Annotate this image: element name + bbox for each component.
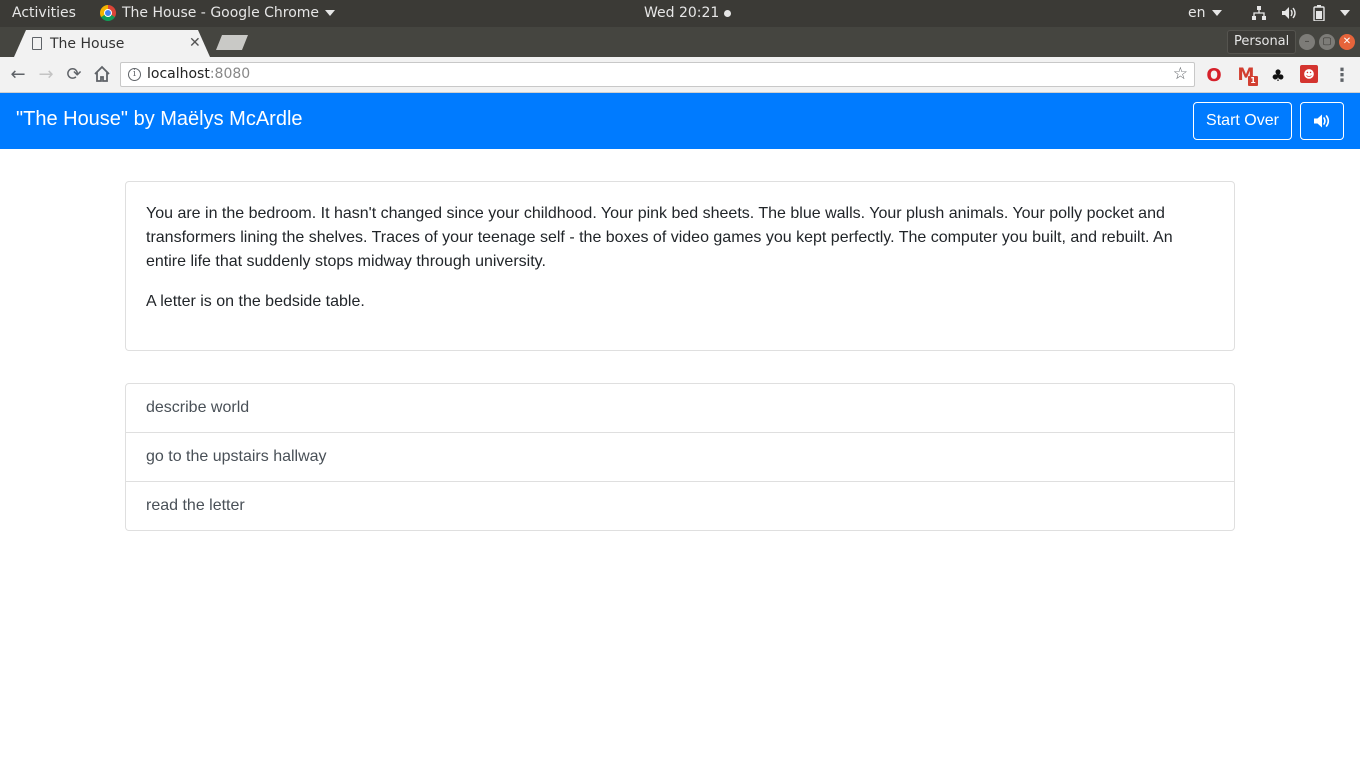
info-icon[interactable]: i (128, 68, 141, 81)
opera-extension-icon[interactable]: O (1204, 65, 1224, 86)
browser-menu-icon[interactable]: ⋮ (1332, 65, 1352, 86)
app-menu[interactable]: The House - Google Chrome (100, 5, 336, 21)
action-read-letter[interactable]: read the letter (126, 481, 1234, 530)
chrome-icon (100, 5, 116, 21)
action-go-upstairs-hallway[interactable]: go to the upstairs hallway (126, 432, 1234, 481)
language-label: en (1188, 5, 1206, 21)
reload-icon[interactable]: ⟳ (63, 63, 85, 85)
url-text: localhost:8080 (147, 66, 251, 82)
address-bar[interactable]: i localhost:8080 ☆ (120, 62, 1195, 87)
caret-down-icon (1340, 10, 1350, 16)
profile-button[interactable]: Personal (1227, 30, 1297, 54)
gmail-extension-icon[interactable]: M1 (1236, 65, 1258, 86)
volume-icon (1280, 4, 1298, 22)
tab-the-house[interactable]: The House ✕ (14, 30, 210, 57)
gnome-extension-icon[interactable]: ♣ (1268, 65, 1288, 85)
page-icon (32, 37, 42, 50)
action-list: describe world go to the upstairs hallwa… (125, 383, 1235, 531)
activities-button[interactable]: Activities (12, 5, 76, 21)
notification-dot-icon (724, 9, 732, 17)
forward-arrow-icon[interactable]: → (35, 63, 57, 85)
app-menu-label: The House - Google Chrome (122, 5, 320, 21)
clock[interactable]: Wed 20:21 (644, 5, 732, 21)
new-tab-button[interactable] (216, 35, 248, 50)
gmail-badge: 1 (1248, 76, 1258, 86)
clock-label: Wed 20:21 (644, 5, 720, 21)
tab-strip: The House ✕ Personal – ▢ ✕ (0, 27, 1360, 57)
page-navbar: "The House" by Maëlys McArdle Start Over (0, 93, 1360, 149)
close-window-icon[interactable]: ✕ (1339, 34, 1355, 50)
back-arrow-icon[interactable]: ← (7, 63, 29, 85)
room-description-text: You are in the bedroom. It hasn't change… (146, 205, 1173, 270)
minimize-icon[interactable]: – (1299, 34, 1315, 50)
network-icon (1250, 4, 1268, 22)
page-title: "The House" by Maëlys McArdle (16, 108, 303, 130)
tab-title: The House (50, 36, 125, 52)
system-tray[interactable] (1250, 4, 1350, 22)
browser-toolbar: ← → ⟳ i localhost:8080 ☆ O M1 ♣ ☻ ⋮ (0, 57, 1360, 93)
system-top-bar: Activities The House - Google Chrome Wed… (0, 0, 1360, 27)
close-tab-icon[interactable]: ✕ (189, 35, 201, 51)
home-icon[interactable] (91, 63, 113, 85)
volume-icon (1314, 114, 1330, 128)
room-detail-text: A letter is on the bedside table. (146, 293, 365, 310)
caret-down-icon (1211, 10, 1222, 16)
caret-down-icon (325, 10, 336, 16)
battery-icon (1310, 4, 1328, 22)
language-selector[interactable]: en (1188, 5, 1222, 21)
window-controls: – ▢ ✕ (1299, 34, 1355, 50)
bookmark-star-icon[interactable]: ☆ (1173, 64, 1188, 84)
room-description-card: You are in the bedroom. It hasn't change… (125, 181, 1235, 351)
maximize-icon[interactable]: ▢ (1319, 34, 1335, 50)
action-describe-world[interactable]: describe world (126, 384, 1234, 432)
start-over-button[interactable]: Start Over (1193, 102, 1292, 140)
sound-toggle-button[interactable] (1300, 102, 1344, 140)
red-extension-icon[interactable]: ☻ (1300, 65, 1318, 83)
